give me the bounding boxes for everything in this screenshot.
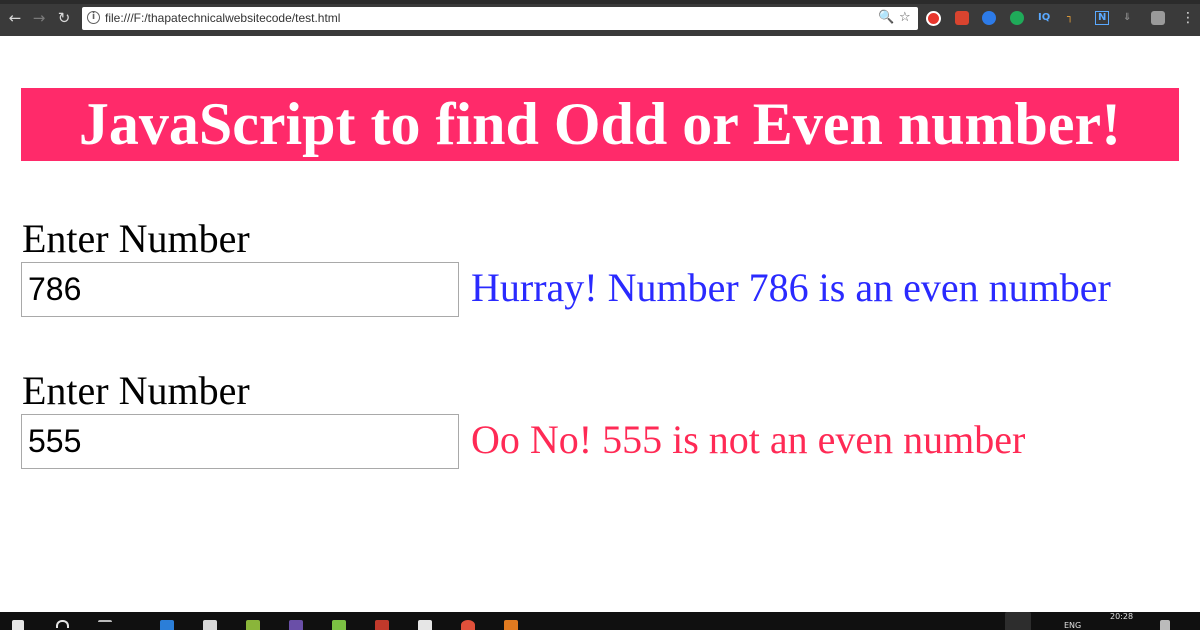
result-odd-message: Oo No! 555 is not an even number <box>471 417 1026 462</box>
page-title: JavaScript to find Odd or Even number! <box>21 88 1179 161</box>
browser-toolbar: ← → ↻ i file:///F:/thapatechnicalwebsite… <box>0 0 1200 36</box>
windows-taskbar: ENG 20:28 <box>0 612 1200 630</box>
search-icon[interactable] <box>56 620 69 628</box>
shield-extension-icon[interactable] <box>982 11 996 25</box>
bookmark-star-icon[interactable]: ☆ <box>899 9 911 27</box>
n-extension-icon[interactable]: N <box>1095 11 1110 25</box>
url-text[interactable]: file:///F:/thapatechnicalwebsitecode/tes… <box>105 11 340 25</box>
result-even-message: Hurray! Number 786 is an even number <box>471 265 1111 310</box>
chrome-icon[interactable] <box>461 620 475 630</box>
app-red-icon[interactable] <box>375 620 389 630</box>
tab-strip <box>0 0 1200 4</box>
opera-extension-icon[interactable] <box>926 11 941 26</box>
store-icon[interactable] <box>203 620 217 630</box>
number-label: Enter Number <box>22 216 250 261</box>
edge-icon[interactable] <box>160 620 174 630</box>
number-label: Enter Number <box>22 368 250 413</box>
info-icon[interactable]: i <box>87 11 100 24</box>
number-input-2[interactable] <box>21 414 459 469</box>
app-purple-icon[interactable] <box>289 620 303 630</box>
sublime-icon[interactable] <box>504 620 518 630</box>
back-arrow-icon[interactable]: ← <box>6 9 24 27</box>
number-input-1[interactable] <box>21 262 459 317</box>
pin-extension-icon[interactable]: ┐ <box>1067 10 1073 26</box>
reload-icon[interactable]: ↻ <box>55 9 73 27</box>
iq-extension-icon[interactable]: IQ <box>1038 10 1050 26</box>
tray-active-icon[interactable] <box>1005 612 1031 630</box>
notification-icon[interactable] <box>1160 620 1170 630</box>
zoom-icon[interactable]: 🔍 <box>878 9 894 27</box>
task-view-icon[interactable] <box>98 620 112 632</box>
grammarly-extension-icon[interactable] <box>1010 11 1024 25</box>
clock[interactable]: 20:28 <box>1110 612 1133 621</box>
language-indicator[interactable]: ENG <box>1064 621 1081 630</box>
app-box-icon[interactable] <box>418 620 432 630</box>
menu-dots-icon[interactable]: ⋮ <box>1181 10 1195 26</box>
puzzle-extension-icon[interactable] <box>1151 11 1165 25</box>
forward-arrow-icon[interactable]: → <box>30 9 48 27</box>
app-lime-icon[interactable] <box>332 620 346 630</box>
bookmark-extension-icon[interactable] <box>955 11 969 25</box>
app-green-icon[interactable] <box>246 620 260 630</box>
download-extension-icon[interactable]: ⇓ <box>1123 10 1131 26</box>
windows-start-icon[interactable] <box>12 620 24 630</box>
address-bar[interactable]: i file:///F:/thapatechnicalwebsitecode/t… <box>82 7 918 30</box>
